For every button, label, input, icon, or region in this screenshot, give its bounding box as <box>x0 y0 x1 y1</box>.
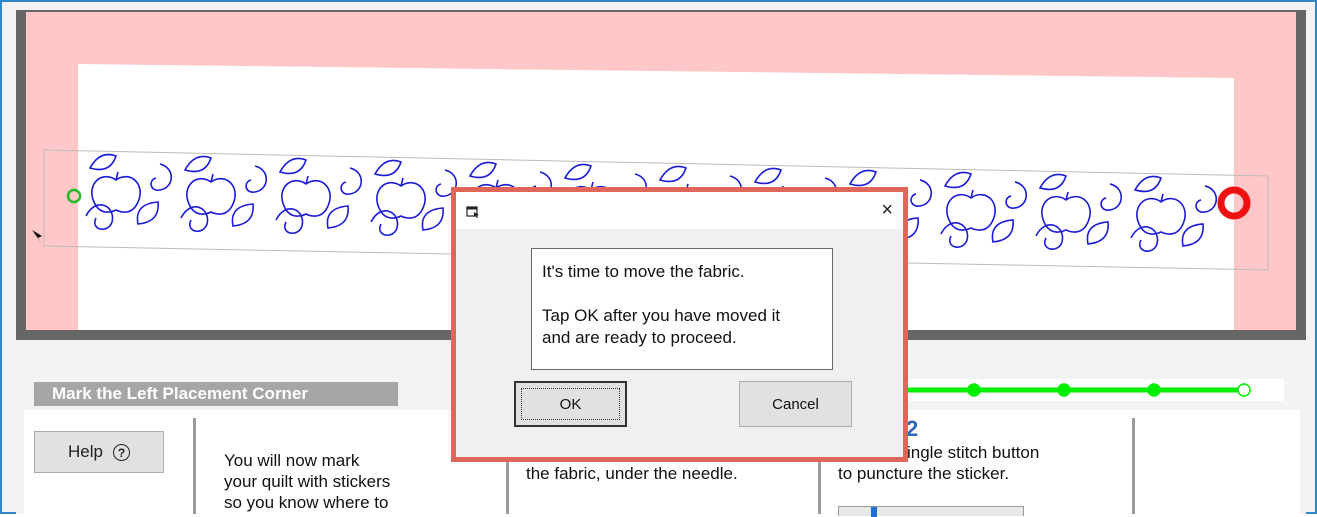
help-button[interactable]: Help ? <box>34 431 164 473</box>
dialog-title-bar: × <box>456 192 903 229</box>
ok-label: OK <box>516 383 625 425</box>
section-title: Mark the Left Placement Corner <box>34 382 398 406</box>
cancel-button[interactable]: Cancel <box>739 381 852 427</box>
cursor-arrow-icon <box>32 230 42 244</box>
step-dot-complete <box>967 383 981 397</box>
ok-button[interactable]: OK <box>514 381 627 427</box>
step-instruction-1: You will now mark your quilt with sticke… <box>224 451 391 512</box>
message-line-3: and are ready to proceed. <box>542 328 737 347</box>
window-icon <box>466 206 479 218</box>
progress-track <box>888 383 1251 397</box>
panel-divider <box>1132 418 1135 514</box>
dialog-message: It's time to move the fabric. Tap OK aft… <box>531 248 833 370</box>
panel-divider <box>193 418 196 514</box>
stitch-icon <box>871 507 877 517</box>
step-progress-bar <box>888 379 1284 401</box>
help-label: Help <box>68 442 103 461</box>
question-circle-icon: ? <box>112 443 130 461</box>
step-dot-complete <box>1057 383 1071 397</box>
step-dot-pending <box>1237 383 1251 397</box>
message-line-2: Tap OK after you have moved it <box>542 306 781 325</box>
single-stitch-button[interactable] <box>838 506 1024 517</box>
close-icon[interactable]: × <box>881 199 893 222</box>
message-line-1: It's time to move the fabric. <box>542 262 745 281</box>
step-dot-complete <box>1147 383 1161 397</box>
